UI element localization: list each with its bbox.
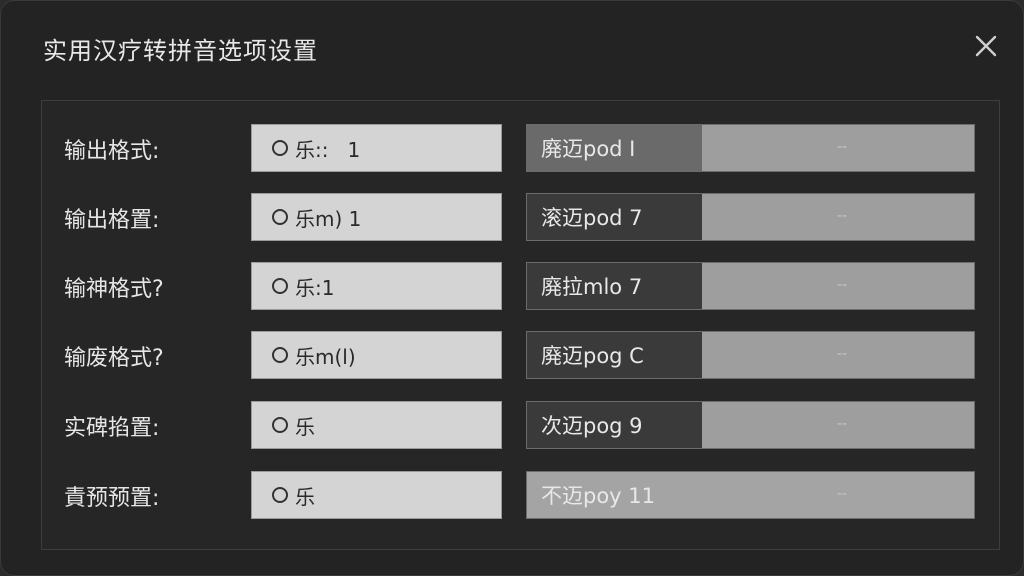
option-dropdown[interactable]: 次迈pog 9 -- (526, 401, 975, 449)
radio-icon[interactable] (272, 140, 288, 156)
radio-icon[interactable] (272, 487, 288, 503)
radio-label: 乐:: 1 (295, 137, 361, 162)
option-label: 責预预置: (64, 486, 160, 511)
radio-label: 乐 (295, 414, 315, 439)
settings-dialog: 实用汉疗转拼音选项设置 输出格式: 乐:: 1 廃迈pod I -- 输出格置:… (0, 0, 1024, 576)
option-radio[interactable]: 乐 (251, 401, 502, 449)
option-row-6: 責预预置: 乐 不迈poy 11 -- (42, 471, 999, 519)
options-panel: 输出格式: 乐:: 1 廃迈pod I -- 输出格置: 乐m) 1 滚迈pod… (41, 100, 1000, 550)
dropdown-value: 滚迈pod 7 (527, 194, 702, 240)
option-dropdown[interactable]: 滚迈pod 7 -- (526, 193, 975, 241)
radio-label: 乐 (295, 484, 315, 509)
dropdown-arrow-icon[interactable]: -- (837, 416, 847, 432)
option-radio[interactable]: 乐m(l) (251, 331, 502, 379)
close-button[interactable] (969, 29, 1003, 63)
option-radio[interactable]: 乐 (251, 471, 502, 519)
option-row-5: 实碑掐置: 乐 次迈pog 9 -- (42, 401, 999, 449)
option-row-4: 输废格式? 乐m(l) 廃迈pog C -- (42, 331, 999, 379)
radio-label: 乐m(l) (295, 344, 356, 369)
dropdown-arrow-icon[interactable]: -- (837, 208, 847, 224)
option-radio[interactable]: 乐m) 1 (251, 193, 502, 241)
dropdown-arrow-icon[interactable]: -- (837, 486, 847, 502)
close-icon[interactable] (974, 34, 998, 58)
option-label: 输神格式? (64, 277, 164, 302)
radio-icon[interactable] (272, 347, 288, 363)
dropdown-value: 廃迈pod I (527, 125, 702, 171)
option-label: 实碑掐置: (64, 416, 160, 441)
dialog-title: 实用汉疗转拼音选项设置 (43, 37, 318, 65)
option-dropdown[interactable]: 廃拉mlo 7 -- (526, 262, 975, 310)
radio-icon[interactable] (272, 278, 288, 294)
dropdown-value: 廃迈pog C (527, 332, 702, 378)
dropdown-value: 廃拉mlo 7 (527, 263, 702, 309)
option-row-2: 输出格置: 乐m) 1 滚迈pod 7 -- (42, 193, 999, 241)
dropdown-value: 次迈pog 9 (527, 402, 702, 448)
option-row-3: 输神格式? 乐:1 廃拉mlo 7 -- (42, 262, 999, 310)
option-radio[interactable]: 乐:1 (251, 262, 502, 310)
dropdown-arrow-icon[interactable]: -- (837, 346, 847, 362)
dropdown-value: 不迈poy 11 (541, 484, 656, 508)
option-label: 输出格置: (64, 208, 160, 233)
option-radio[interactable]: 乐:: 1 (251, 124, 502, 172)
dropdown-arrow-icon[interactable]: -- (837, 139, 847, 155)
radio-label: 乐m) 1 (295, 206, 362, 231)
option-label: 输出格式: (64, 139, 160, 164)
dropdown-arrow-icon[interactable]: -- (837, 277, 847, 293)
option-dropdown[interactable]: 廃迈pod I -- (526, 124, 975, 172)
option-dropdown[interactable]: 不迈poy 11 -- (526, 471, 975, 519)
radio-label: 乐:1 (295, 275, 335, 300)
option-row-1: 输出格式: 乐:: 1 廃迈pod I -- (42, 124, 999, 172)
option-label: 输废格式? (64, 346, 164, 371)
radio-icon[interactable] (272, 417, 288, 433)
option-dropdown[interactable]: 廃迈pog C -- (526, 331, 975, 379)
radio-icon[interactable] (272, 209, 288, 225)
